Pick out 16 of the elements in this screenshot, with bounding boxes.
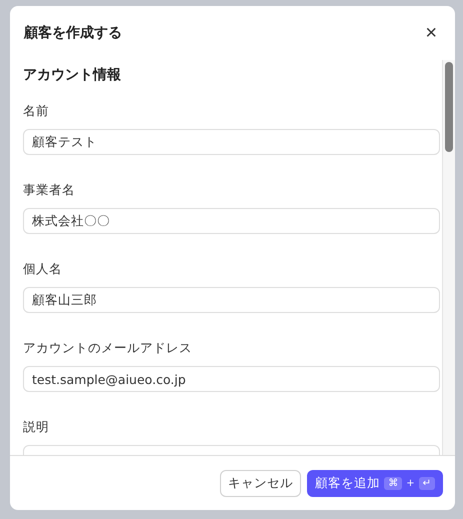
field-label: 個人名 <box>23 261 63 278</box>
scrollbar[interactable] <box>442 60 455 455</box>
field-label: 事業者名 <box>23 182 76 199</box>
field-label: 説明 <box>23 419 50 436</box>
input-field[interactable]: 顧客テスト <box>23 129 440 155</box>
input-field[interactable]: 株式会社〇〇 <box>23 208 440 234</box>
dialog-title: 顧客を作成する <box>24 24 122 42</box>
cancel-button[interactable]: キャンセル <box>220 470 302 496</box>
section-title: アカウント情報 <box>23 66 122 84</box>
input-field[interactable]: 顧客山三郎 <box>23 287 440 313</box>
field-label: 名前 <box>23 103 50 120</box>
close-button[interactable]: × <box>421 23 441 43</box>
field-label: アカウントのメールアドレス <box>23 340 193 357</box>
add-customer-button[interactable]: 顧客を追加 ⌘ + ↵ <box>307 470 443 496</box>
scrollbar-thumb[interactable] <box>445 62 453 152</box>
input-field[interactable]: test.sample@aiueo.co.jp <box>23 366 440 392</box>
